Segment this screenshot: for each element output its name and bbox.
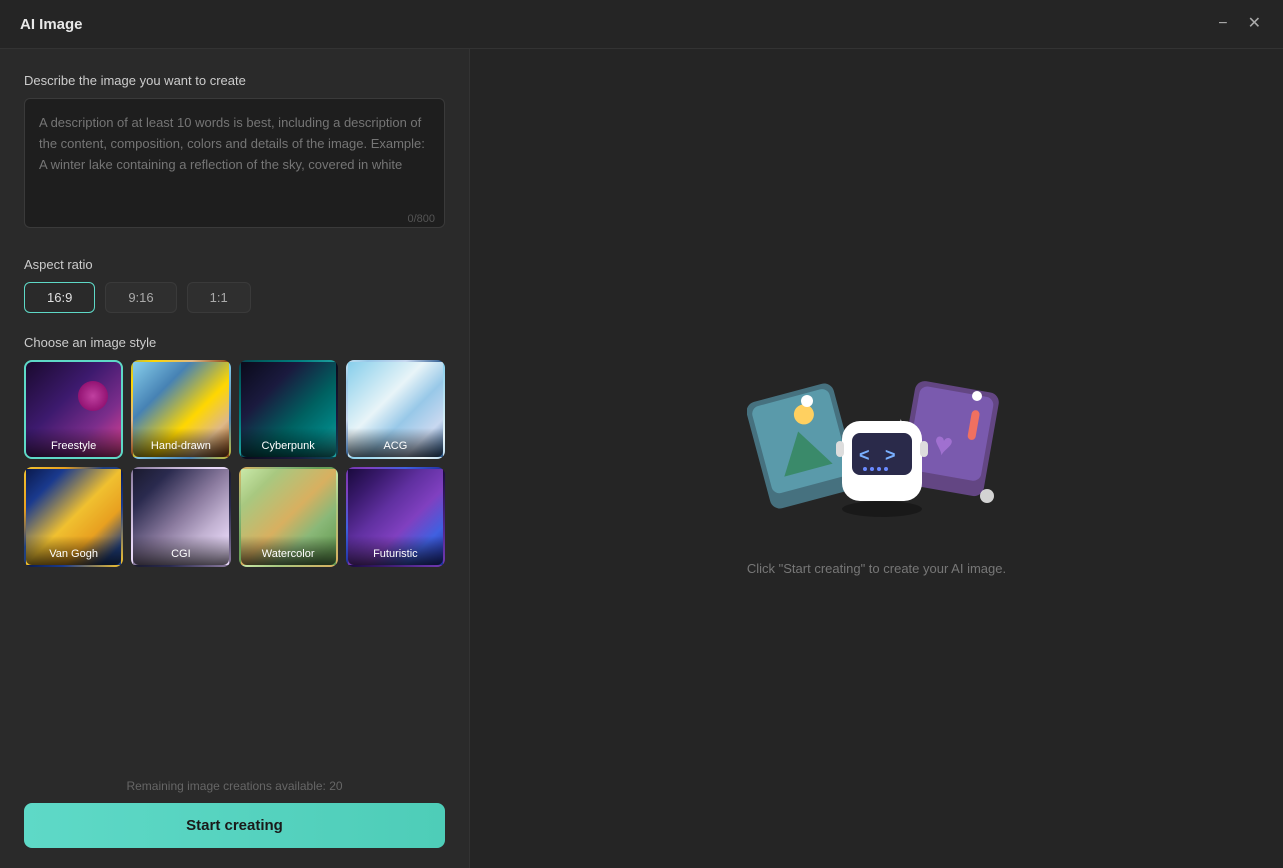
ai-illustration: ♥ < > [747,341,1007,541]
style-label-acg: ACG [348,428,443,457]
description-container: 0/800 [24,98,445,233]
style-label-hand-drawn: Hand-drawn [133,428,228,457]
style-label-cyberpunk: Cyberpunk [241,428,336,457]
description-label: Describe the image you want to create [24,73,445,88]
svg-text:<: < [859,445,870,465]
app-window: AI Image − ✕ Describe the image you want… [0,0,1283,868]
svg-text:✦: ✦ [895,416,907,432]
aspect-btn-1-1[interactable]: 1:1 [187,282,251,313]
illustration-container: ♥ < > [747,341,1007,541]
style-item-van-gogh[interactable]: Van Gogh [24,467,123,566]
style-label-van-gogh: Van Gogh [26,536,121,565]
aspect-btn-16-9[interactable]: 16:9 [24,282,95,313]
svg-text:>: > [885,445,896,465]
left-panel-footer: Remaining image creations available: 20 … [24,767,445,868]
aspect-btn-9-16[interactable]: 9:16 [105,282,176,313]
left-panel: Describe the image you want to create 0/… [0,49,470,868]
style-item-watercolor[interactable]: Watercolor [239,467,338,566]
style-grid: Freestyle Hand-drawn Cyberpunk ACG Van G… [24,360,445,567]
style-item-hand-drawn[interactable]: Hand-drawn [131,360,230,459]
window-title: AI Image [20,16,83,33]
remaining-text: Remaining image creations available: 20 [24,779,445,793]
title-bar-controls: − ✕ [1216,14,1263,34]
style-item-futuristic[interactable]: Futuristic [346,467,445,566]
close-button[interactable]: ✕ [1246,14,1263,34]
right-panel: ♥ < > [470,49,1283,868]
style-item-cyberpunk[interactable]: Cyberpunk [239,360,338,459]
main-content: Describe the image you want to create 0/… [0,49,1283,868]
aspect-ratio-label: Aspect ratio [24,257,445,272]
aspect-ratio-section: Aspect ratio 16:9 9:16 1:1 [24,257,445,313]
char-count: 0/800 [407,213,435,225]
style-item-cgi[interactable]: CGI [131,467,230,566]
title-bar: AI Image − ✕ [0,0,1283,49]
style-label-watercolor: Watercolor [241,536,336,565]
prompt-hint: Click "Start creating" to create your AI… [747,561,1006,576]
style-label-cgi: CGI [133,536,228,565]
minimize-button[interactable]: − [1216,14,1229,34]
style-item-acg[interactable]: ACG [346,360,445,459]
style-label: Choose an image style [24,335,445,350]
aspect-buttons: 16:9 9:16 1:1 [24,282,445,313]
description-textarea[interactable] [24,98,445,228]
style-section: Choose an image style Freestyle Hand-dra… [24,335,445,567]
style-label-futuristic: Futuristic [348,536,443,565]
start-creating-button[interactable]: Start creating [24,803,445,848]
style-item-freestyle[interactable]: Freestyle [24,360,123,459]
style-label-freestyle: Freestyle [26,428,121,457]
